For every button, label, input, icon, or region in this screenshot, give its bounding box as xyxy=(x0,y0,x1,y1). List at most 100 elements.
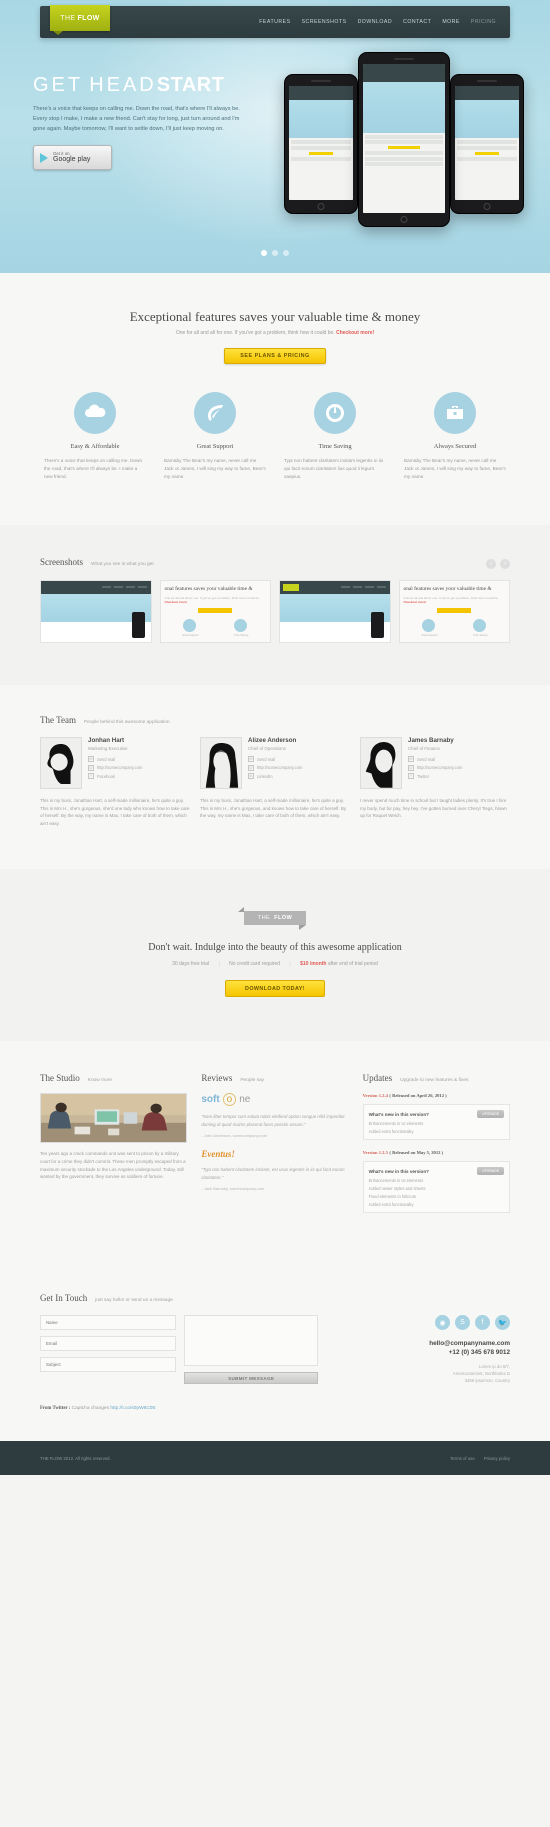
update-version-2: Version 1.2.5 ( Released on May 5, 2012 … xyxy=(363,1150,510,1156)
feature-title: Easy & Affordable xyxy=(70,443,120,450)
nav-item-screenshots[interactable]: SCREENSHOTS xyxy=(302,19,347,25)
contact-header: Get In Touch just say hello! or send us … xyxy=(40,1293,510,1303)
thumb-icon-labels: Great Support Time Saving xyxy=(165,634,267,637)
member-link-social[interactable]: f Facebook xyxy=(88,773,142,779)
skype-icon[interactable]: S xyxy=(455,1315,470,1331)
team-member-3: James Barnaby Chief of Finance ✉ Send ma… xyxy=(360,737,510,827)
screenshot-thumb-3[interactable] xyxy=(279,580,391,643)
thumb-heading: onal features saves your valuable time & xyxy=(164,586,253,592)
member-link-label: Send mail xyxy=(257,756,276,762)
message-textarea[interactable] xyxy=(184,1315,319,1367)
chevron-left-icon[interactable]: ‹ xyxy=(486,559,496,569)
thumb-icon-label: Great Support xyxy=(182,634,199,637)
phone-center xyxy=(358,52,450,227)
nav-item-pricing[interactable]: PRICING xyxy=(471,19,496,25)
member-role: Chief of Finance xyxy=(408,746,440,751)
thumb-sub: One for all and all for one. If you've g… xyxy=(404,596,506,604)
chevron-right-icon[interactable]: › xyxy=(500,559,510,569)
slider-dot-2[interactable] xyxy=(272,250,278,256)
screenshots-title: Screenshots xyxy=(40,557,83,567)
phone-hero xyxy=(455,99,519,139)
thumb-yellow-button xyxy=(198,608,233,613)
footer-link-terms[interactable]: Terms of use xyxy=(450,1456,475,1461)
member-link-mail[interactable]: ✉ Send mail xyxy=(88,756,142,762)
feature-title: Great Support xyxy=(196,443,234,450)
download-today-button[interactable]: DOWNLOAD TODAY! xyxy=(225,980,325,998)
see-plans-pricing-button[interactable]: SEE PLANS & PRICING xyxy=(224,348,326,364)
member-link-mail[interactable]: ✉ Send mail xyxy=(408,756,462,762)
team-section: The Team People behind this awesome appl… xyxy=(0,685,550,870)
screenshot-thumb-4[interactable]: onal features saves your valuable time &… xyxy=(398,580,510,643)
google-play-labels: Get it on Google play xyxy=(53,151,90,164)
updates-header: Updates Upgrade to new features & fixes xyxy=(363,1073,510,1083)
nav-links: FEATURES SCREENSHOTS DOWNLOAD CONTACT MO… xyxy=(259,19,496,25)
footer-links: Terms of use Privacy policy xyxy=(450,1456,510,1461)
cta-section: THE FLOW Don't wait. Indulge into the be… xyxy=(0,869,550,1042)
link-icon: ∅ xyxy=(248,764,254,771)
site-logo[interactable]: THE FLOW xyxy=(50,5,110,35)
team-subtitle: People behind this awesome application xyxy=(83,720,170,725)
thumb-sub: One for all and all for one. If you've g… xyxy=(165,596,267,604)
updates-column: Updates Upgrade to new features & fixes … xyxy=(362,1073,510,1214)
studio-header: The Studio Know more xyxy=(40,1073,187,1083)
contact-email[interactable]: hello@companyname.com xyxy=(330,1340,510,1347)
google-play-button[interactable]: Get it on Google play xyxy=(33,145,112,170)
nav-item-contact[interactable]: CONTACT xyxy=(403,19,431,25)
twitter-link[interactable]: http://t.co/s0pW6C0E xyxy=(110,1406,155,1411)
member-link-social[interactable]: in LinkedIn xyxy=(248,773,302,779)
slider-dot-1[interactable] xyxy=(261,250,267,256)
team-title: The Team xyxy=(40,715,76,725)
thumb-navbar xyxy=(280,581,390,594)
features-sub-link[interactable]: Checkout more! xyxy=(336,330,374,336)
member-link-website[interactable]: ∅ http://somecompany.com xyxy=(408,764,462,771)
clock-icon xyxy=(314,392,356,434)
thumb-sub-link: Checkout more! xyxy=(403,600,427,604)
review-author-1: - John Anderson, somecompany.com xyxy=(201,1133,268,1139)
info-grid: The Studio Know more Ten years ago a cra… xyxy=(40,1073,510,1214)
screenshots-section: Screenshots What you see is what you get… xyxy=(0,525,550,685)
upgrade-button[interactable]: UPGRADE xyxy=(477,1110,504,1119)
submit-message-button[interactable]: SUBMIT MESSAGE xyxy=(184,1372,319,1385)
review-author-2: - Jack Barnaby, somecompany.com xyxy=(201,1186,265,1191)
thumb-icon-label: Time Saving xyxy=(233,634,249,637)
phone-hero xyxy=(289,99,353,139)
google-play-icon xyxy=(40,152,48,163)
member-link-website[interactable]: ∅ http://somecompany.com xyxy=(248,764,302,771)
email-input[interactable] xyxy=(40,1336,176,1352)
logo-text-top: THE xyxy=(60,14,76,22)
name-input[interactable] xyxy=(40,1315,176,1331)
member-link-website[interactable]: ∅ http://somecompany.com xyxy=(88,764,142,771)
member-role: Marketing Executive xyxy=(88,746,128,751)
nav-item-features[interactable]: FEATURES xyxy=(259,19,290,25)
update-box-header: What's new in this version? UPGRADE xyxy=(369,1110,504,1119)
phone-navbar xyxy=(455,86,519,100)
nav-item-download[interactable]: DOWNLOAD xyxy=(358,19,393,25)
review-logo-softone: soft o ne xyxy=(201,1093,348,1107)
subject-input[interactable] xyxy=(40,1357,176,1373)
linkedin-icon: in xyxy=(248,773,254,779)
feature-desc: Barnaby The Bear's my name, never call m… xyxy=(164,458,266,479)
thumb-navlinks xyxy=(101,586,147,588)
member-bio: I never spend much time in school but I … xyxy=(360,798,507,819)
address-line-3: 3456 ipsumcto, Country xyxy=(464,1378,510,1384)
footer-link-privacy[interactable]: Privacy policy xyxy=(484,1456,510,1461)
phone-left xyxy=(284,74,358,214)
features-sub-plain: One for all and all for one. If you've g… xyxy=(175,330,335,336)
screenshot-thumb-2[interactable]: onal features saves your valuable time &… xyxy=(159,580,271,643)
upgrade-button[interactable]: UPGRADE xyxy=(477,1167,504,1176)
nav-item-more[interactable]: MORE xyxy=(442,19,460,25)
member-link-mail[interactable]: ✉ Send mail xyxy=(248,756,302,762)
feature-card-2: Great Support Barnaby The Bear's my name… xyxy=(160,392,270,481)
message-column: SUBMIT MESSAGE xyxy=(184,1315,319,1385)
twitter-icon[interactable]: 🐦 xyxy=(495,1315,510,1331)
slider-dot-3[interactable] xyxy=(283,250,289,256)
facebook-icon[interactable]: f xyxy=(475,1315,490,1331)
phone-home-button xyxy=(400,216,408,223)
member-link-social[interactable]: t Twitter xyxy=(408,773,462,779)
avatar xyxy=(360,737,402,789)
studio-paragraph: Ten years ago a crack commando unit was … xyxy=(40,1151,186,1180)
member-bio: This is my boss, Jonathan Hart, a self-m… xyxy=(200,798,347,819)
dribbble-icon[interactable]: ◉ xyxy=(435,1315,450,1331)
member-info: James Barnaby Chief of Finance ✉ Send ma… xyxy=(408,737,462,789)
screenshot-thumb-1[interactable] xyxy=(40,580,152,643)
